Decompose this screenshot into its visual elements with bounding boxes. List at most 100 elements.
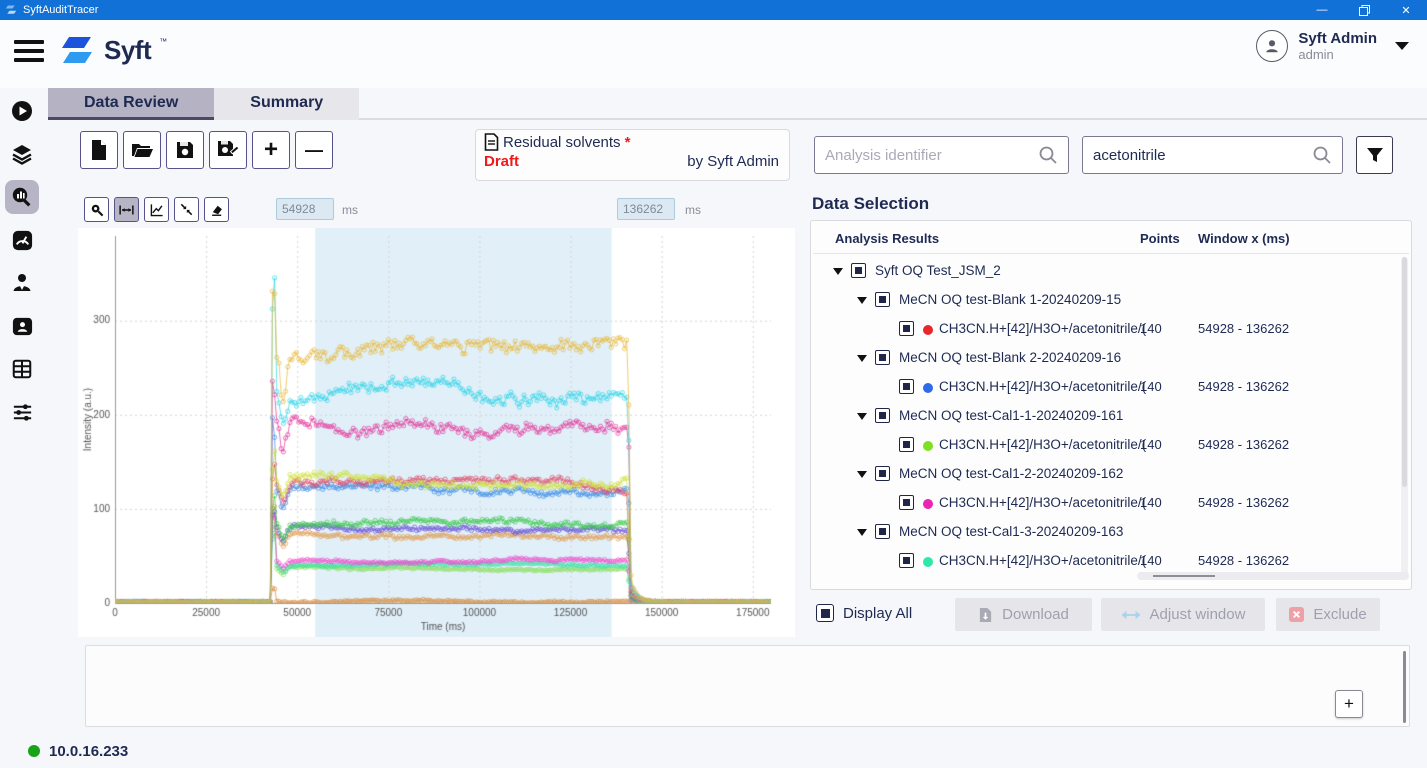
- remove-button[interactable]: —: [295, 131, 333, 169]
- window-value: 54928 - 136262: [1198, 321, 1289, 336]
- tree-expand-icon[interactable]: [857, 413, 867, 420]
- tree-expand-icon[interactable]: [857, 355, 867, 362]
- person-icon: [1263, 37, 1281, 55]
- column-points: Points: [1140, 231, 1180, 246]
- rail-item-run[interactable]: [5, 94, 39, 128]
- chart-clear-button[interactable]: [204, 197, 229, 222]
- tree-checkbox[interactable]: [875, 350, 890, 365]
- rail-item-gauge[interactable]: [5, 223, 39, 257]
- gauge-icon: [11, 229, 34, 252]
- tree-checkbox[interactable]: [875, 524, 890, 539]
- window-start-unit: ms: [342, 203, 358, 217]
- user-role: admin: [1298, 47, 1377, 62]
- intensity-chart[interactable]: [78, 228, 795, 637]
- tab-summary[interactable]: Summary: [214, 88, 359, 120]
- tree-checkbox[interactable]: [875, 292, 890, 307]
- series-color-marker: [923, 441, 933, 451]
- save-button[interactable]: [166, 131, 204, 169]
- required-marker: *: [625, 134, 631, 151]
- tree-checkbox[interactable]: [899, 495, 914, 510]
- download-button[interactable]: Download: [955, 598, 1092, 631]
- tree-horizontal-scrollbar[interactable]: [1137, 572, 1409, 580]
- close-button[interactable]: ✕: [1385, 0, 1427, 20]
- tree-row: CH3CN.H+[42]/H3O+/acetonitrile/(140 54928…: [811, 315, 1411, 344]
- exclude-button[interactable]: Exclude: [1276, 598, 1380, 631]
- column-window: Window x (ms): [1198, 231, 1290, 246]
- open-folder-icon: [130, 140, 154, 160]
- window-end-input[interactable]: [617, 198, 675, 220]
- rail-item-contact-card[interactable]: [5, 309, 39, 343]
- tree-expand-icon[interactable]: [857, 529, 867, 536]
- tree-checkbox[interactable]: [899, 379, 914, 394]
- analysis-search: [814, 136, 1069, 174]
- tree-checkbox[interactable]: [899, 321, 914, 336]
- points-value: 140: [1140, 321, 1162, 336]
- tabbar: Data Review Summary: [48, 88, 1427, 120]
- product-ion-label: CH3CN.H+[42]/H3O+/acetonitrile/(: [939, 437, 1146, 452]
- rail-item-users[interactable]: [5, 266, 39, 300]
- display-all-label: Display All: [843, 605, 912, 622]
- tree-row: CH3CN.H+[42]/H3O+/acetonitrile/(14054928…: [811, 373, 1411, 402]
- adjust-window-button[interactable]: Adjust window: [1101, 598, 1265, 631]
- tree-checkbox[interactable]: [875, 408, 890, 423]
- search-icon: [1312, 145, 1332, 165]
- filter-icon: [1366, 147, 1384, 164]
- rail-item-data-review[interactable]: [5, 180, 39, 214]
- window-value: 54928 - 136262: [1198, 379, 1289, 394]
- notes-panel: +: [85, 645, 1410, 727]
- tree-row: CH3CN.H+[42]/H3O+/acetonitrile/(14054928…: [811, 431, 1411, 460]
- new-document-button[interactable]: [80, 131, 118, 169]
- chevron-down-icon: [1395, 42, 1409, 50]
- minimize-button[interactable]: —: [1301, 0, 1343, 20]
- tab-data-review[interactable]: Data Review: [48, 88, 214, 120]
- tree-checkbox[interactable]: [851, 263, 866, 278]
- rail-item-table[interactable]: [5, 352, 39, 386]
- chart-line-button[interactable]: [144, 197, 169, 222]
- tree-row: MeCN OQ test-Blank 1-20240209-15: [811, 286, 1411, 315]
- tree-row: MeCN OQ test-Blank 2-20240209-16: [811, 344, 1411, 373]
- line-chart-icon: [150, 203, 164, 217]
- hamburger-menu-icon[interactable]: [14, 40, 44, 62]
- minus-icon: —: [305, 140, 323, 160]
- display-all-checkbox[interactable]: [816, 604, 834, 622]
- filter-button[interactable]: [1356, 136, 1393, 174]
- tree-row: CH3CN.H+[42]/H3O+/acetonitrile/(14054928…: [811, 489, 1411, 518]
- points-value: 140: [1140, 553, 1162, 568]
- tree-checkbox[interactable]: [899, 437, 914, 452]
- chart-pan-x-button[interactable]: [114, 197, 139, 222]
- collapse-icon: [180, 203, 193, 216]
- tree-root-label: Syft OQ Test_JSM_2: [875, 263, 1001, 278]
- tree-checkbox[interactable]: [899, 553, 914, 568]
- analysis-tree: Syft OQ Test_JSM_2 MeCN OQ test-Blank 1-2…: [811, 257, 1411, 579]
- points-value: 140: [1140, 495, 1162, 510]
- tree-expand-icon[interactable]: [857, 297, 867, 304]
- tree-checkbox[interactable]: [875, 466, 890, 481]
- product-ion-label: CH3CN.H+[42]/H3O+/acetonitrile/(: [939, 321, 1146, 336]
- id-card-icon: [11, 315, 34, 338]
- tree-vertical-scrollbar[interactable]: [1401, 257, 1408, 579]
- connection-status-icon: [28, 745, 40, 757]
- tree-expand-icon[interactable]: [857, 471, 867, 478]
- instrument-ip: 10.0.16.233: [49, 743, 128, 760]
- open-button[interactable]: [123, 131, 161, 169]
- chart-fit-button[interactable]: [174, 197, 199, 222]
- chart-zoom-button[interactable]: [84, 197, 109, 222]
- header-divider: [813, 253, 1409, 254]
- add-note-button[interactable]: +: [1335, 690, 1363, 718]
- add-button[interactable]: +: [252, 131, 290, 169]
- save-as-button[interactable]: [209, 131, 247, 169]
- product-ion-label: CH3CN.H+[42]/H3O+/acetonitrile/(: [939, 379, 1146, 394]
- left-rail: [0, 88, 44, 734]
- rail-item-settings[interactable]: [5, 395, 39, 429]
- window-start-input[interactable]: [276, 198, 334, 220]
- window-value: 54928 - 136262: [1198, 437, 1289, 452]
- tree-expand-icon[interactable]: [833, 268, 843, 275]
- rail-item-batches[interactable]: [5, 137, 39, 171]
- analysis-search-input[interactable]: [825, 147, 1038, 164]
- notes-panel-scrollbar[interactable]: [1403, 651, 1406, 723]
- window-value: 54928 - 136262: [1198, 553, 1289, 568]
- user-menu[interactable]: Syft Admin admin: [1256, 30, 1409, 62]
- compound-search-input[interactable]: [1093, 147, 1312, 164]
- method-status: Draft: [484, 153, 519, 170]
- restore-button[interactable]: [1343, 0, 1385, 20]
